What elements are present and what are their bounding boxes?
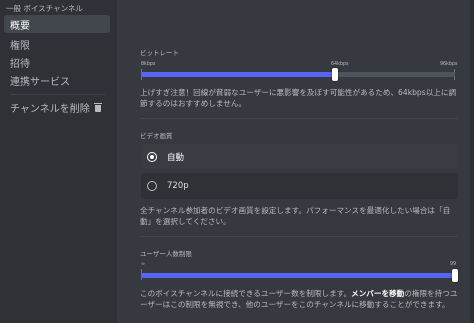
sidebar-item-integrations[interactable]: 連携サービス bbox=[4, 71, 110, 89]
sidebar-item-label: 招待 bbox=[10, 58, 30, 70]
bitrate-slider-handle[interactable] bbox=[332, 68, 338, 81]
channel-settings-content: ビットレート 8kbps 64kbps 96kbps 上げすぎ注意！回線が貧弱な… bbox=[117, 0, 474, 323]
sidebar-item-label: 権限 bbox=[10, 40, 30, 52]
bitrate-title: ビットレート bbox=[140, 49, 179, 57]
user-limit-title: ユーザー人数制限 bbox=[140, 250, 192, 258]
user-limit-description-text: このボイスチャンネルに接続できるユーザー数を制限します。 bbox=[140, 289, 352, 298]
video-quality-title: ビデオ画質 bbox=[140, 132, 173, 140]
sidebar-item-label: 概要 bbox=[10, 20, 30, 32]
settings-sidebar: 一般 ボイスチャンネル 概要 権限 招待 連携サービス チャンネルを削除 bbox=[0, 0, 117, 323]
bitrate-slider[interactable] bbox=[141, 68, 455, 81]
bitrate-min-label: 8kbps bbox=[141, 62, 156, 67]
radio-unselected-icon bbox=[147, 181, 157, 191]
sidebar-header: 一般 ボイスチャンネル bbox=[6, 2, 83, 14]
radio-selected-icon bbox=[147, 152, 157, 162]
bitrate-mid-label: 64kbps bbox=[331, 62, 349, 67]
bitrate-max-label: 96kbps bbox=[440, 62, 458, 67]
user-limit-min-label: ∞ bbox=[141, 262, 145, 267]
user-limit-description: このボイスチャンネルに接続できるユーザー数を制限します。メンバーを移動の権限を持… bbox=[140, 288, 460, 310]
user-limit-slider[interactable] bbox=[141, 269, 458, 282]
bitrate-warning: 上げすぎ注意！回線が貧弱なユーザーに悪影響を及ぼす可能性があるため、64kbps… bbox=[140, 88, 457, 108]
radio-label: 自動 bbox=[167, 153, 185, 163]
scrollbar[interactable] bbox=[470, 0, 474, 323]
user-limit-max-label: 99 bbox=[450, 262, 457, 267]
move-members-permission: メンバーを移動 bbox=[351, 289, 405, 298]
bitrate-slider-fill bbox=[141, 72, 335, 77]
video-quality-description: 全チャンネル参加者のビデオ画質を設定します。パフォーマンスを最適化したい場合は「… bbox=[140, 206, 451, 226]
section-divider bbox=[140, 236, 458, 237]
sidebar-item-overview[interactable]: 概要 bbox=[4, 15, 110, 33]
trash-icon bbox=[94, 102, 102, 112]
video-quality-option-720p[interactable]: 720p bbox=[141, 173, 458, 199]
user-limit-slider-handle[interactable] bbox=[452, 269, 458, 282]
radio-label: 720p bbox=[167, 181, 189, 191]
sidebar-item-permissions[interactable]: 権限 bbox=[4, 35, 110, 53]
section-divider bbox=[140, 118, 458, 119]
delete-channel-button[interactable]: チャンネルを削除 bbox=[4, 98, 110, 116]
video-quality-option-auto[interactable]: 自動 bbox=[141, 144, 458, 170]
sidebar-item-label: 連携サービス bbox=[10, 76, 70, 88]
sidebar-divider bbox=[10, 94, 105, 95]
sidebar-item-invites[interactable]: 招待 bbox=[4, 53, 110, 71]
sidebar-header-label: 一般 ボイスチャンネル bbox=[6, 3, 83, 13]
delete-channel-label: チャンネルを削除 bbox=[10, 103, 90, 115]
user-limit-slider-fill bbox=[141, 273, 455, 278]
